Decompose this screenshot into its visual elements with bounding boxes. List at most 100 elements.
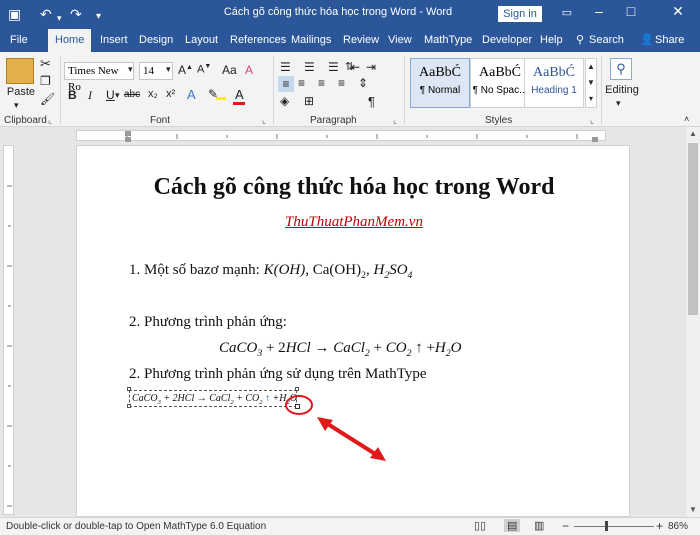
- underline-button[interactable]: U: [106, 88, 115, 102]
- shrink-font-icon[interactable]: A▼: [197, 63, 211, 76]
- multilevel-list-icon[interactable]: ☰: [328, 60, 339, 74]
- close-icon[interactable]: ✕: [664, 3, 692, 20]
- tab-mathtype[interactable]: MathType: [424, 33, 472, 52]
- document-page[interactable]: Cách gõ công thức hóa học trong Word Thu…: [76, 145, 630, 517]
- font-color-icon[interactable]: A: [235, 87, 244, 102]
- tab-view[interactable]: View: [388, 33, 412, 52]
- show-formatting-marks-icon[interactable]: ¶: [368, 94, 375, 109]
- horizontal-ruler[interactable]: [76, 130, 606, 142]
- tab-help[interactable]: Help: [540, 33, 563, 52]
- strikethrough-button[interactable]: abc: [124, 89, 140, 100]
- highlight-color-swatch: [216, 97, 226, 100]
- copy-icon[interactable]: ❐: [40, 74, 51, 88]
- editing-button[interactable]: Editing: [604, 84, 640, 96]
- underline-dropdown-icon[interactable]: ▾: [115, 90, 120, 101]
- clipboard-launcher-icon[interactable]: ⌞: [48, 115, 52, 126]
- paste-icon[interactable]: [6, 58, 34, 84]
- shading-icon[interactable]: ◈: [280, 94, 289, 108]
- first-line-indent-marker: [125, 131, 131, 136]
- search-icon[interactable]: ⚲: [576, 33, 584, 52]
- tab-review[interactable]: Review: [343, 33, 379, 52]
- style-no-spacing[interactable]: AaBbĆ ¶ No Spac...: [470, 58, 530, 108]
- style-heading-1[interactable]: AaBbĆ Heading 1: [524, 58, 584, 108]
- borders-icon[interactable]: ⊞: [304, 94, 314, 108]
- tab-home[interactable]: Home: [48, 29, 92, 52]
- style-normal[interactable]: AaBbĆ ¶ Normal: [410, 58, 470, 108]
- paragraph-launcher-icon[interactable]: ⌞: [393, 115, 397, 126]
- vertical-ruler[interactable]: [3, 145, 14, 515]
- paste-button[interactable]: Paste: [6, 86, 36, 98]
- font-name-dropdown-icon[interactable]: ▾: [128, 64, 133, 75]
- find-icon[interactable]: ⚲: [610, 58, 632, 80]
- tab-layout[interactable]: Layout: [185, 33, 218, 52]
- collapse-ribbon-icon[interactable]: ˄: [684, 114, 689, 124]
- paste-dropdown-icon[interactable]: ▾: [14, 100, 19, 111]
- sort-icon[interactable]: ⇅: [345, 60, 354, 73]
- subscript-icon[interactable]: x₂: [148, 88, 158, 100]
- tab-design[interactable]: Design: [139, 33, 173, 52]
- bullets-icon[interactable]: ☰: [280, 60, 291, 74]
- tab-references[interactable]: References: [230, 33, 286, 52]
- font-name-box[interactable]: Times New Ro: [64, 62, 134, 93]
- tab-insert[interactable]: Insert: [100, 33, 128, 52]
- increase-indent-icon[interactable]: ⇥: [366, 60, 376, 74]
- clear-formatting-icon[interactable]: A: [245, 63, 253, 77]
- align-left-button[interactable]: ≡: [278, 76, 294, 92]
- change-case-icon[interactable]: Aa: [222, 63, 237, 77]
- zoom-out-icon[interactable]: −: [562, 519, 569, 533]
- save-icon[interactable]: ▣: [8, 5, 21, 23]
- web-layout-icon[interactable]: ▥: [534, 519, 544, 532]
- bold-button[interactable]: B: [68, 88, 77, 102]
- align-center-button[interactable]: ≡: [298, 76, 305, 90]
- document-link[interactable]: ThuThuatPhanMem.vn: [77, 214, 631, 231]
- cut-icon[interactable]: ✂: [40, 56, 51, 72]
- scroll-down-icon[interactable]: ▼: [689, 505, 697, 514]
- redo-icon[interactable]: ↷: [70, 5, 82, 23]
- text-effects-icon[interactable]: A: [187, 87, 196, 102]
- ribbon-display-options-icon[interactable]: ▭: [553, 6, 581, 19]
- print-layout-icon[interactable]: ▤: [504, 519, 521, 532]
- italic-button[interactable]: I: [88, 88, 92, 103]
- line-spacing-icon[interactable]: ⇕: [358, 76, 368, 90]
- window-title: Cách gõ công thức hóa học trong Word - W…: [223, 6, 453, 18]
- share-icon[interactable]: 👤: [640, 33, 654, 52]
- grow-font-icon[interactable]: A▲: [178, 63, 193, 77]
- minimize-icon[interactable]: –: [585, 3, 613, 19]
- superscript-icon[interactable]: x²: [166, 88, 175, 100]
- resize-handle-bottom-left[interactable]: [127, 404, 131, 408]
- scrollbar-thumb[interactable]: [688, 143, 698, 315]
- annotation-arrow-line: [321, 419, 382, 459]
- font-launcher-icon[interactable]: ⌞: [262, 115, 266, 126]
- font-size-dropdown-icon[interactable]: ▾: [166, 64, 171, 75]
- read-mode-icon[interactable]: ▯▯: [474, 519, 486, 532]
- tab-mailings[interactable]: Mailings: [291, 33, 331, 52]
- numbering-icon[interactable]: ☰: [304, 60, 315, 74]
- zoom-level[interactable]: 86%: [668, 521, 688, 532]
- customize-quick-access-icon[interactable]: ▾: [96, 8, 101, 26]
- item-1: 1. Một số bazơ mạnh: K(OH), Ca(OH)2, H2S…: [129, 262, 413, 281]
- tab-file[interactable]: File: [10, 33, 28, 52]
- align-right-button[interactable]: ≡: [318, 76, 325, 90]
- editing-dropdown-icon[interactable]: ▾: [616, 98, 621, 109]
- group-paragraph-label: Paragraph: [310, 115, 357, 126]
- tab-developer[interactable]: Developer: [482, 33, 532, 52]
- undo-dropdown-icon[interactable]: ▾: [57, 9, 62, 27]
- format-painter-icon[interactable]: 🖌: [40, 92, 55, 106]
- scroll-up-icon[interactable]: ▲: [689, 129, 697, 138]
- justify-button[interactable]: ≡: [338, 76, 345, 90]
- maximize-icon[interactable]: □: [617, 3, 645, 19]
- mathtype-equation-object[interactable]: CaCO3 + 2HCl → CaCl2 + CO2 ↑ +H2O: [129, 390, 297, 407]
- resize-handle-top-left[interactable]: [127, 387, 131, 391]
- vertical-scrollbar[interactable]: ▲ ▼: [686, 127, 700, 517]
- zoom-in-icon[interactable]: +: [656, 519, 663, 533]
- styles-launcher-icon[interactable]: ⌞: [590, 115, 594, 126]
- zoom-slider-thumb[interactable]: [605, 521, 608, 531]
- sign-in-button[interactable]: Sign in: [498, 6, 542, 22]
- separator: [60, 56, 61, 124]
- search-box[interactable]: Search: [589, 33, 624, 52]
- title-bar: ▣ ↶ ▾ ↷ ▾ Cách gõ công thức hóa học tron…: [0, 0, 700, 29]
- undo-icon[interactable]: ↶: [40, 5, 52, 23]
- styles-scroll-icon[interactable]: ▲ ▼ ▾: [585, 58, 597, 108]
- zoom-slider[interactable]: [574, 526, 654, 527]
- share-button[interactable]: Share: [655, 33, 684, 52]
